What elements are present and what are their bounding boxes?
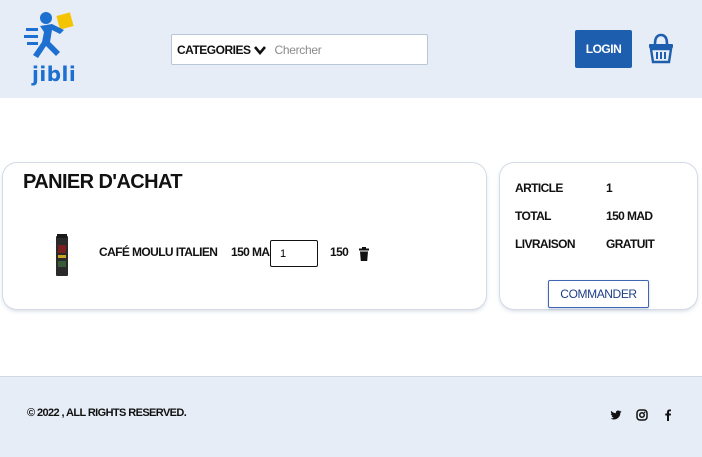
- trash-icon[interactable]: [359, 247, 369, 261]
- chevron-down-icon: [254, 45, 267, 55]
- basket-icon[interactable]: [648, 32, 674, 64]
- livraison-label: LIVRAISON: [515, 237, 576, 251]
- total-value: 150 MAD: [606, 209, 653, 223]
- logo-text: jibli: [32, 62, 77, 86]
- copyright-text: © 2022 , ALL RIGHTS RESERVED.: [27, 407, 187, 419]
- coffee-bag-image[interactable]: [53, 233, 71, 279]
- site-footer: © 2022 , ALL RIGHTS RESERVED.: [0, 376, 702, 457]
- categories-dropdown[interactable]: CATEGORIES: [172, 35, 267, 64]
- article-label: ARTICLE: [515, 181, 563, 195]
- product-name[interactable]: CAFÉ MOULU ITALIEN: [99, 245, 218, 259]
- total-label: TOTAL: [515, 209, 551, 223]
- twitter-icon[interactable]: [610, 409, 622, 421]
- livraison-value: GRATUIT: [606, 237, 655, 251]
- article-value: 1: [606, 181, 613, 195]
- categories-label: CATEGORIES: [177, 42, 251, 57]
- commander-button[interactable]: COMMANDER: [548, 280, 649, 308]
- cart-title: PANIER D'ACHAT: [23, 171, 183, 193]
- facebook-icon[interactable]: [662, 409, 674, 421]
- search-bar: CATEGORIES: [171, 34, 430, 65]
- order-summary-panel: ARTICLE 1 TOTAL 150 MAD LIVRAISON GRATUI…: [500, 163, 697, 309]
- login-button[interactable]: LOGIN: [575, 30, 632, 68]
- instagram-icon[interactable]: [636, 409, 648, 421]
- site-header: jibli CATEGORIES LOGIN: [0, 0, 702, 98]
- search-input[interactable]: [274, 35, 430, 64]
- cart-panel: PANIER D'ACHAT CAFÉ MOULU ITALIEN 150 MA…: [3, 163, 486, 309]
- quantity-input[interactable]: [270, 240, 318, 267]
- line-total: 150: [330, 245, 349, 259]
